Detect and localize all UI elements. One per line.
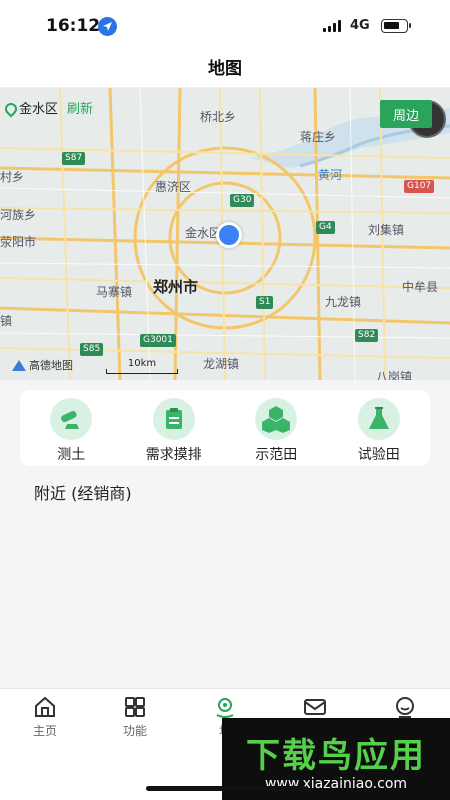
map-label: 黄河 xyxy=(318,168,343,182)
road-shield: G3001 xyxy=(140,334,176,347)
tab-home[interactable]: 主页 xyxy=(15,695,75,739)
battery-icon xyxy=(381,19,411,33)
status-time: 16:12 xyxy=(46,16,101,36)
demo-field-icon xyxy=(255,398,298,440)
profile-icon xyxy=(396,697,414,718)
map-label: 九龙镇 xyxy=(325,295,362,309)
feature-demo-field[interactable]: 示范田 xyxy=(225,390,328,466)
map-label: 马寨镇 xyxy=(96,285,133,299)
page-title: 地图 xyxy=(208,59,242,79)
watermark-title: 下载鸟应用 xyxy=(246,736,426,776)
current-location: 金水区 xyxy=(19,102,59,117)
location-pin-icon xyxy=(4,102,16,114)
feature-label: 示范田 xyxy=(255,447,298,463)
map-label: 村乡 xyxy=(0,170,25,184)
map-label: 蒋庄乡 xyxy=(300,130,337,144)
flask-icon xyxy=(357,398,400,440)
network-type: 4G xyxy=(350,18,370,33)
map-label: 中牟县 xyxy=(402,280,439,294)
map-label: 刘集镇 xyxy=(368,223,405,237)
map-label: 镇 xyxy=(0,314,13,328)
tab-label: 功能 xyxy=(122,724,147,738)
nearby-button[interactable]: 周边 xyxy=(380,100,432,128)
feature-trial-field[interactable]: 试验田 xyxy=(328,390,431,466)
mail-icon xyxy=(304,699,326,715)
feature-label: 需求摸排 xyxy=(145,447,202,463)
current-location-bar: 金水区 刷新 xyxy=(4,98,93,117)
location-icon xyxy=(216,698,234,718)
map-label: 河族乡 xyxy=(0,208,37,222)
map-provider-name: 高德地图 xyxy=(29,359,73,372)
signal-icon xyxy=(323,19,341,32)
feature-label: 试验田 xyxy=(357,447,400,463)
map-label-city: 郑州市 xyxy=(153,278,199,296)
soil-test-icon xyxy=(50,398,93,440)
road-shield: S85 xyxy=(80,343,104,356)
amap-logo-icon xyxy=(12,359,26,371)
home-icon xyxy=(35,696,55,717)
map-view[interactable]: 金水区 刷新 桥北乡 蒋庄乡 村乡 惠济区 黄河 河族乡 刘集镇 荥阳市 金水区… xyxy=(0,88,450,380)
grid-icon xyxy=(125,697,145,717)
map-label: 八岗镇 xyxy=(376,370,413,380)
map-provider-logo: 高德地图 xyxy=(12,357,73,373)
road-shield: G107 xyxy=(404,180,435,193)
road-shield: S82 xyxy=(355,329,379,342)
feature-label: 测土 xyxy=(57,447,86,463)
refresh-link[interactable]: 刷新 xyxy=(67,98,93,117)
feature-grid: 测土 需求摸排 示范田 试验田 xyxy=(20,390,430,466)
feature-demand-survey[interactable]: 需求摸排 xyxy=(123,390,226,466)
map-label: 惠济区 xyxy=(155,180,192,194)
map-scale: 10km xyxy=(106,358,178,374)
user-location-dot xyxy=(216,222,242,248)
map-label: 龙湖镇 xyxy=(203,357,240,371)
tab-functions[interactable]: 功能 xyxy=(105,695,165,739)
status-bar: 16:12 4G xyxy=(0,0,450,48)
location-arrow-icon xyxy=(98,17,117,36)
nav-bar: 地图 xyxy=(0,48,450,88)
road-shield: S87 xyxy=(62,152,86,165)
clipboard-icon xyxy=(152,398,195,440)
tab-label: 主页 xyxy=(32,724,57,738)
map-label: 荥阳市 xyxy=(0,235,37,249)
road-shield: G4 xyxy=(316,221,335,234)
road-shield: S1 xyxy=(256,296,274,309)
nearby-dealers-title: 附近 (经销商) xyxy=(34,484,132,503)
home-indicator xyxy=(146,786,306,791)
feature-soil-test[interactable]: 测土 xyxy=(20,390,123,466)
map-label: 桥北乡 xyxy=(200,110,237,124)
road-shield: G30 xyxy=(230,194,255,207)
